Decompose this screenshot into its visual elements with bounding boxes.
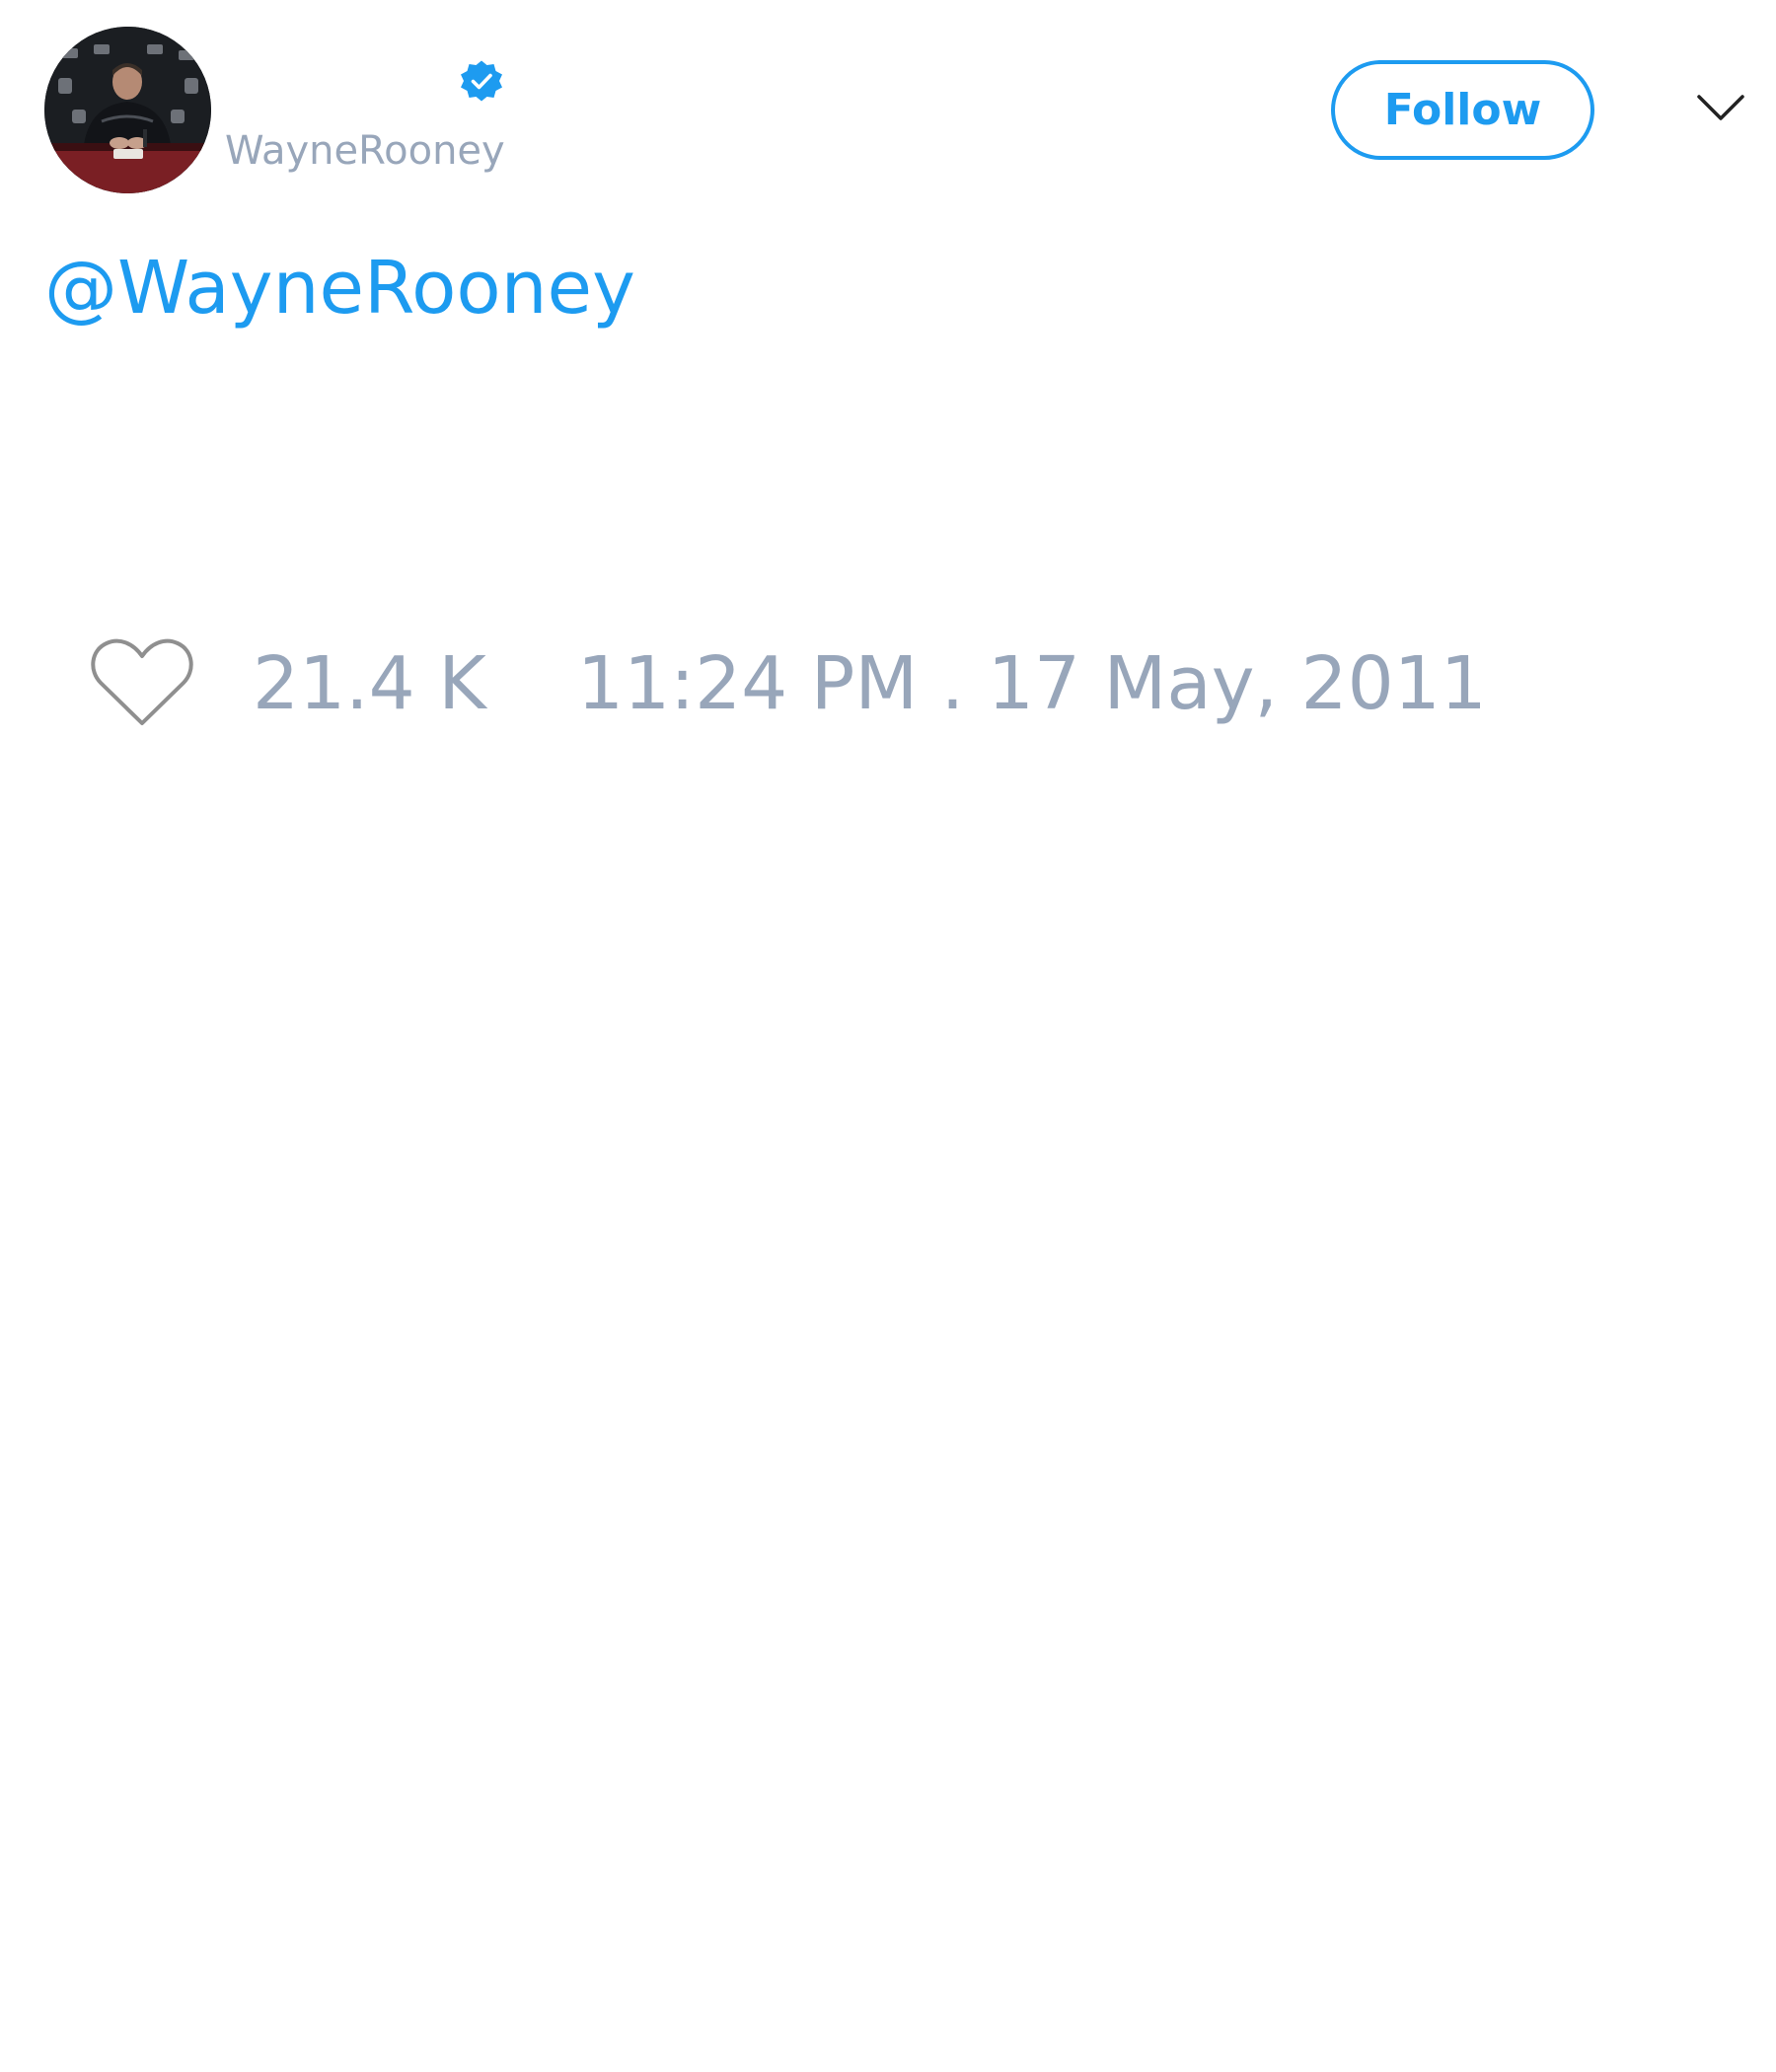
like-count: 21.4 K <box>253 641 486 726</box>
user-handle[interactable]: WayneRooney <box>225 126 505 176</box>
heart-outline-icon[interactable] <box>89 636 195 730</box>
avatar-photo <box>44 27 211 193</box>
follow-button[interactable]: Follow <box>1331 60 1594 160</box>
avatar[interactable] <box>44 27 211 193</box>
tweet-mention-link[interactable]: @WayneRooney <box>44 244 635 333</box>
verified-badge-icon <box>461 60 502 102</box>
tweet-timestamp[interactable]: 11:24 PM . 17 May, 2011 <box>577 639 1487 728</box>
tweet-card: WayneRooney Follow @WayneRooney 21.4 K 1… <box>0 0 1776 2072</box>
chevron-down-icon[interactable] <box>1695 91 1746 128</box>
